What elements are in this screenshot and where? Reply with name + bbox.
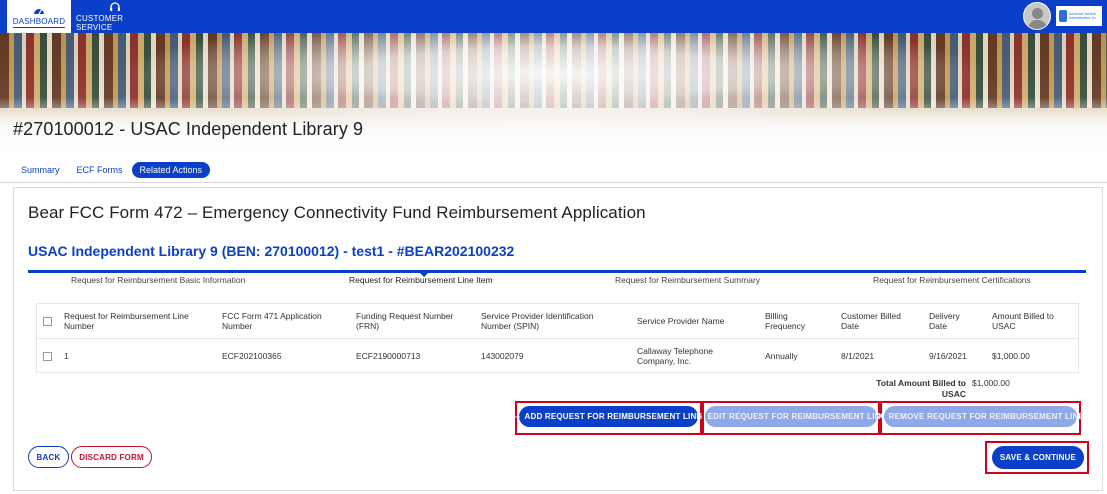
step-summary: Request for Reimbursement Summary [615,275,761,285]
discard-form-button[interactable]: DISCARD FORM [71,446,152,468]
row-select-cell [36,338,58,373]
x-icon: ✖ [876,411,885,421]
page-tabs: Summary ECF Forms Related Actions [13,160,211,179]
col-spin: Service Provider Identification Number (… [475,303,631,339]
remove-line-label: REMOVE REQUEST FOR REIMBURSEMENT LINE [888,412,1085,421]
avatar[interactable] [1023,2,1051,30]
discard-form-label: DISCARD FORM [79,452,144,462]
col-delivery-date: Delivery Date [923,303,986,339]
nav-dashboard-label: DASHBOARD [12,17,66,28]
edit-line-button[interactable]: ✎ EDIT REQUEST FOR REIMBURSEMENT LINE [696,406,886,427]
form-title: Bear FCC Form 472 – Emergency Connectivi… [28,203,646,222]
page-title: #270100012 - USAC Independent Library 9 [13,119,364,139]
cell-amount-billed: $1,000.00 [986,338,1079,373]
save-continue-label: SAVE & CONTINUE [999,453,1077,462]
step-certifications: Request for Reimbursement Certifications [873,275,1031,285]
cell-delivery-date: 9/16/2021 [923,338,986,373]
col-form471-number: FCC Form 471 Application Number [216,303,350,339]
cell-spin: 143002079 [475,338,631,373]
step-progress-line [28,270,1086,273]
cell-frn: ECF2190000713 [350,338,475,373]
back-button[interactable]: BACK [28,446,69,468]
table-header-row: Request for Reimbursement Line Number FC… [36,303,1079,339]
cell-billing-frequency: Annually [759,338,835,373]
headset-icon [109,1,121,14]
usac-logo: Universal Service Administrative Co. [1056,6,1102,26]
add-line-button[interactable]: + ADD REQUEST FOR REIMBURSEMENT LINE [515,406,702,427]
cell-form471-number: ECF202100365 [216,338,350,373]
add-line-label: ADD REQUEST FOR REIMBURSEMENT LINE [524,412,702,421]
select-all-checkbox[interactable] [43,317,52,327]
col-frn: Funding Request Number (FRN) [350,303,475,339]
step-indicator: Request for Reimbursement Basic Informat… [28,270,1086,290]
col-amount-billed: Amount Billed to USAC [986,303,1079,339]
top-nav: DASHBOARD CUSTOMER SERVICE Universal Ser… [0,0,1107,33]
select-all-cell [36,303,58,339]
col-line-number: Request for Reimbursement Line Number [58,303,216,339]
tab-summary[interactable]: Summary [13,162,68,178]
form-card: Bear FCC Form 472 – Emergency Connectivi… [13,187,1103,491]
save-continue-button[interactable]: SAVE & CONTINUE [992,446,1084,469]
col-provider-name: Service Provider Name [631,303,759,339]
pencil-icon: ✎ [695,411,704,421]
step-basic-information: Request for Reimbursement Basic Informat… [71,275,246,285]
speedometer-icon [33,5,45,17]
remove-line-button[interactable]: ✖ REMOVE REQUEST FOR REIMBURSEMENT LINE [877,406,1084,427]
col-customer-billed-date: Customer Billed Date [835,303,923,339]
row-checkbox[interactable] [43,351,52,361]
nav-customer-service-label: CUSTOMER SERVICE [76,13,124,32]
tab-related-actions[interactable]: Related Actions [131,161,211,178]
edit-line-label: EDIT REQUEST FOR REIMBURSEMENT LINE [707,412,887,421]
cell-customer-billed-date: 8/1/2021 [835,338,923,373]
usac-logo-mark [1059,10,1067,22]
divider [0,182,1107,183]
plus-icon: + [515,411,521,422]
form-subtitle: USAC Independent Library 9 (BEN: 2701000… [28,243,515,259]
usac-logo-text: Universal Service Administrative Co. [1068,12,1098,20]
cell-provider-name: Callaway Telephone Company, Inc. [631,338,759,373]
cell-line-number: 1 [58,338,216,373]
col-billing-frequency: Billing Frequency [759,303,835,339]
tab-ecf-forms[interactable]: ECF Forms [69,162,131,178]
back-label: BACK [36,452,61,462]
step-line-item: Request for Reimbursement Line Item [349,275,493,285]
total-amount-value: $1,000.00 [972,378,1010,388]
nav-customer-service[interactable]: CUSTOMER SERVICE [76,0,154,33]
total-amount-label: Total Amount Billed to USAC [876,378,966,399]
table-row[interactable]: 1 ECF202100365 ECF2190000713 143002079 C… [36,338,1079,373]
reimbursement-lines-table: Request for Reimbursement Line Number FC… [36,303,1079,373]
nav-dashboard[interactable]: DASHBOARD [7,0,71,33]
